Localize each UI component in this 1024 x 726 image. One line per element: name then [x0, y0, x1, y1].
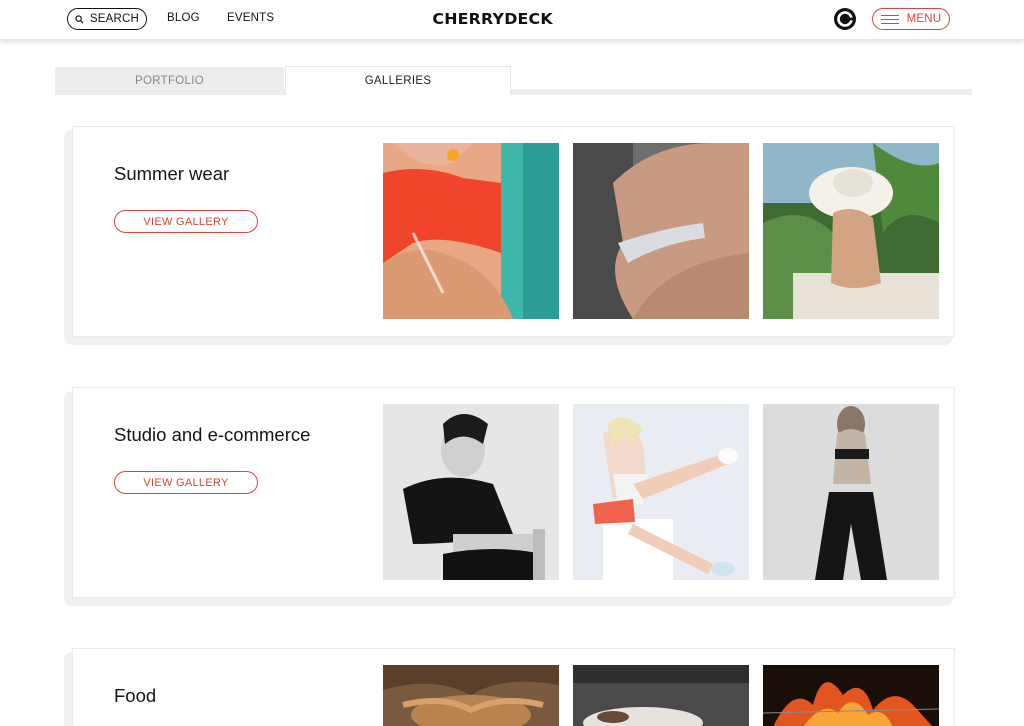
view-gallery-button[interactable]: VIEW GALLERY — [114, 471, 258, 494]
view-gallery-button[interactable]: VIEW GALLERY — [114, 210, 258, 233]
search-button[interactable]: SEARCH — [67, 8, 147, 30]
gallery-thumbnail[interactable] — [763, 404, 939, 580]
tab-galleries[interactable]: GALLERIES — [285, 66, 511, 95]
search-label: SEARCH — [89, 13, 140, 25]
hamburger-icon — [880, 14, 899, 24]
gallery-thumbnail[interactable] — [573, 143, 749, 319]
gallery-thumbnail[interactable] — [383, 404, 559, 580]
gallery-card-summer-wear: Summer wear VIEW GALLERY — [72, 126, 955, 337]
gallery-thumbnail[interactable] — [763, 143, 939, 319]
c-logo-icon[interactable] — [833, 7, 857, 31]
gallery-title: Summer wear — [114, 163, 230, 184]
gallery-thumbnail[interactable] — [573, 404, 749, 580]
gallery-thumbnail[interactable] — [763, 665, 939, 726]
gallery-card-studio-ecommerce: Studio and e-commerce VIEW GALLERY — [72, 387, 955, 598]
gallery-thumbnail[interactable] — [573, 665, 749, 726]
nav-blog-link[interactable]: BLOG — [167, 12, 200, 24]
menu-label: MENU — [906, 13, 942, 25]
tab-portfolio[interactable]: PORTFOLIO — [55, 67, 284, 95]
gallery-thumbnail[interactable] — [383, 665, 559, 726]
search-icon — [75, 14, 84, 23]
gallery-card-food: Food — [72, 648, 955, 726]
gallery-title: Food — [114, 685, 157, 706]
site-header: SEARCH BLOG EVENTS CHERRYDECK MENU — [0, 0, 1024, 40]
gallery-thumbnail[interactable] — [383, 143, 559, 319]
nav-events-link[interactable]: EVENTS — [227, 12, 274, 24]
gallery-title: Studio and e-commerce — [114, 424, 311, 445]
site-logo[interactable]: CHERRYDECK — [432, 10, 595, 28]
menu-button[interactable]: MENU — [872, 8, 950, 30]
